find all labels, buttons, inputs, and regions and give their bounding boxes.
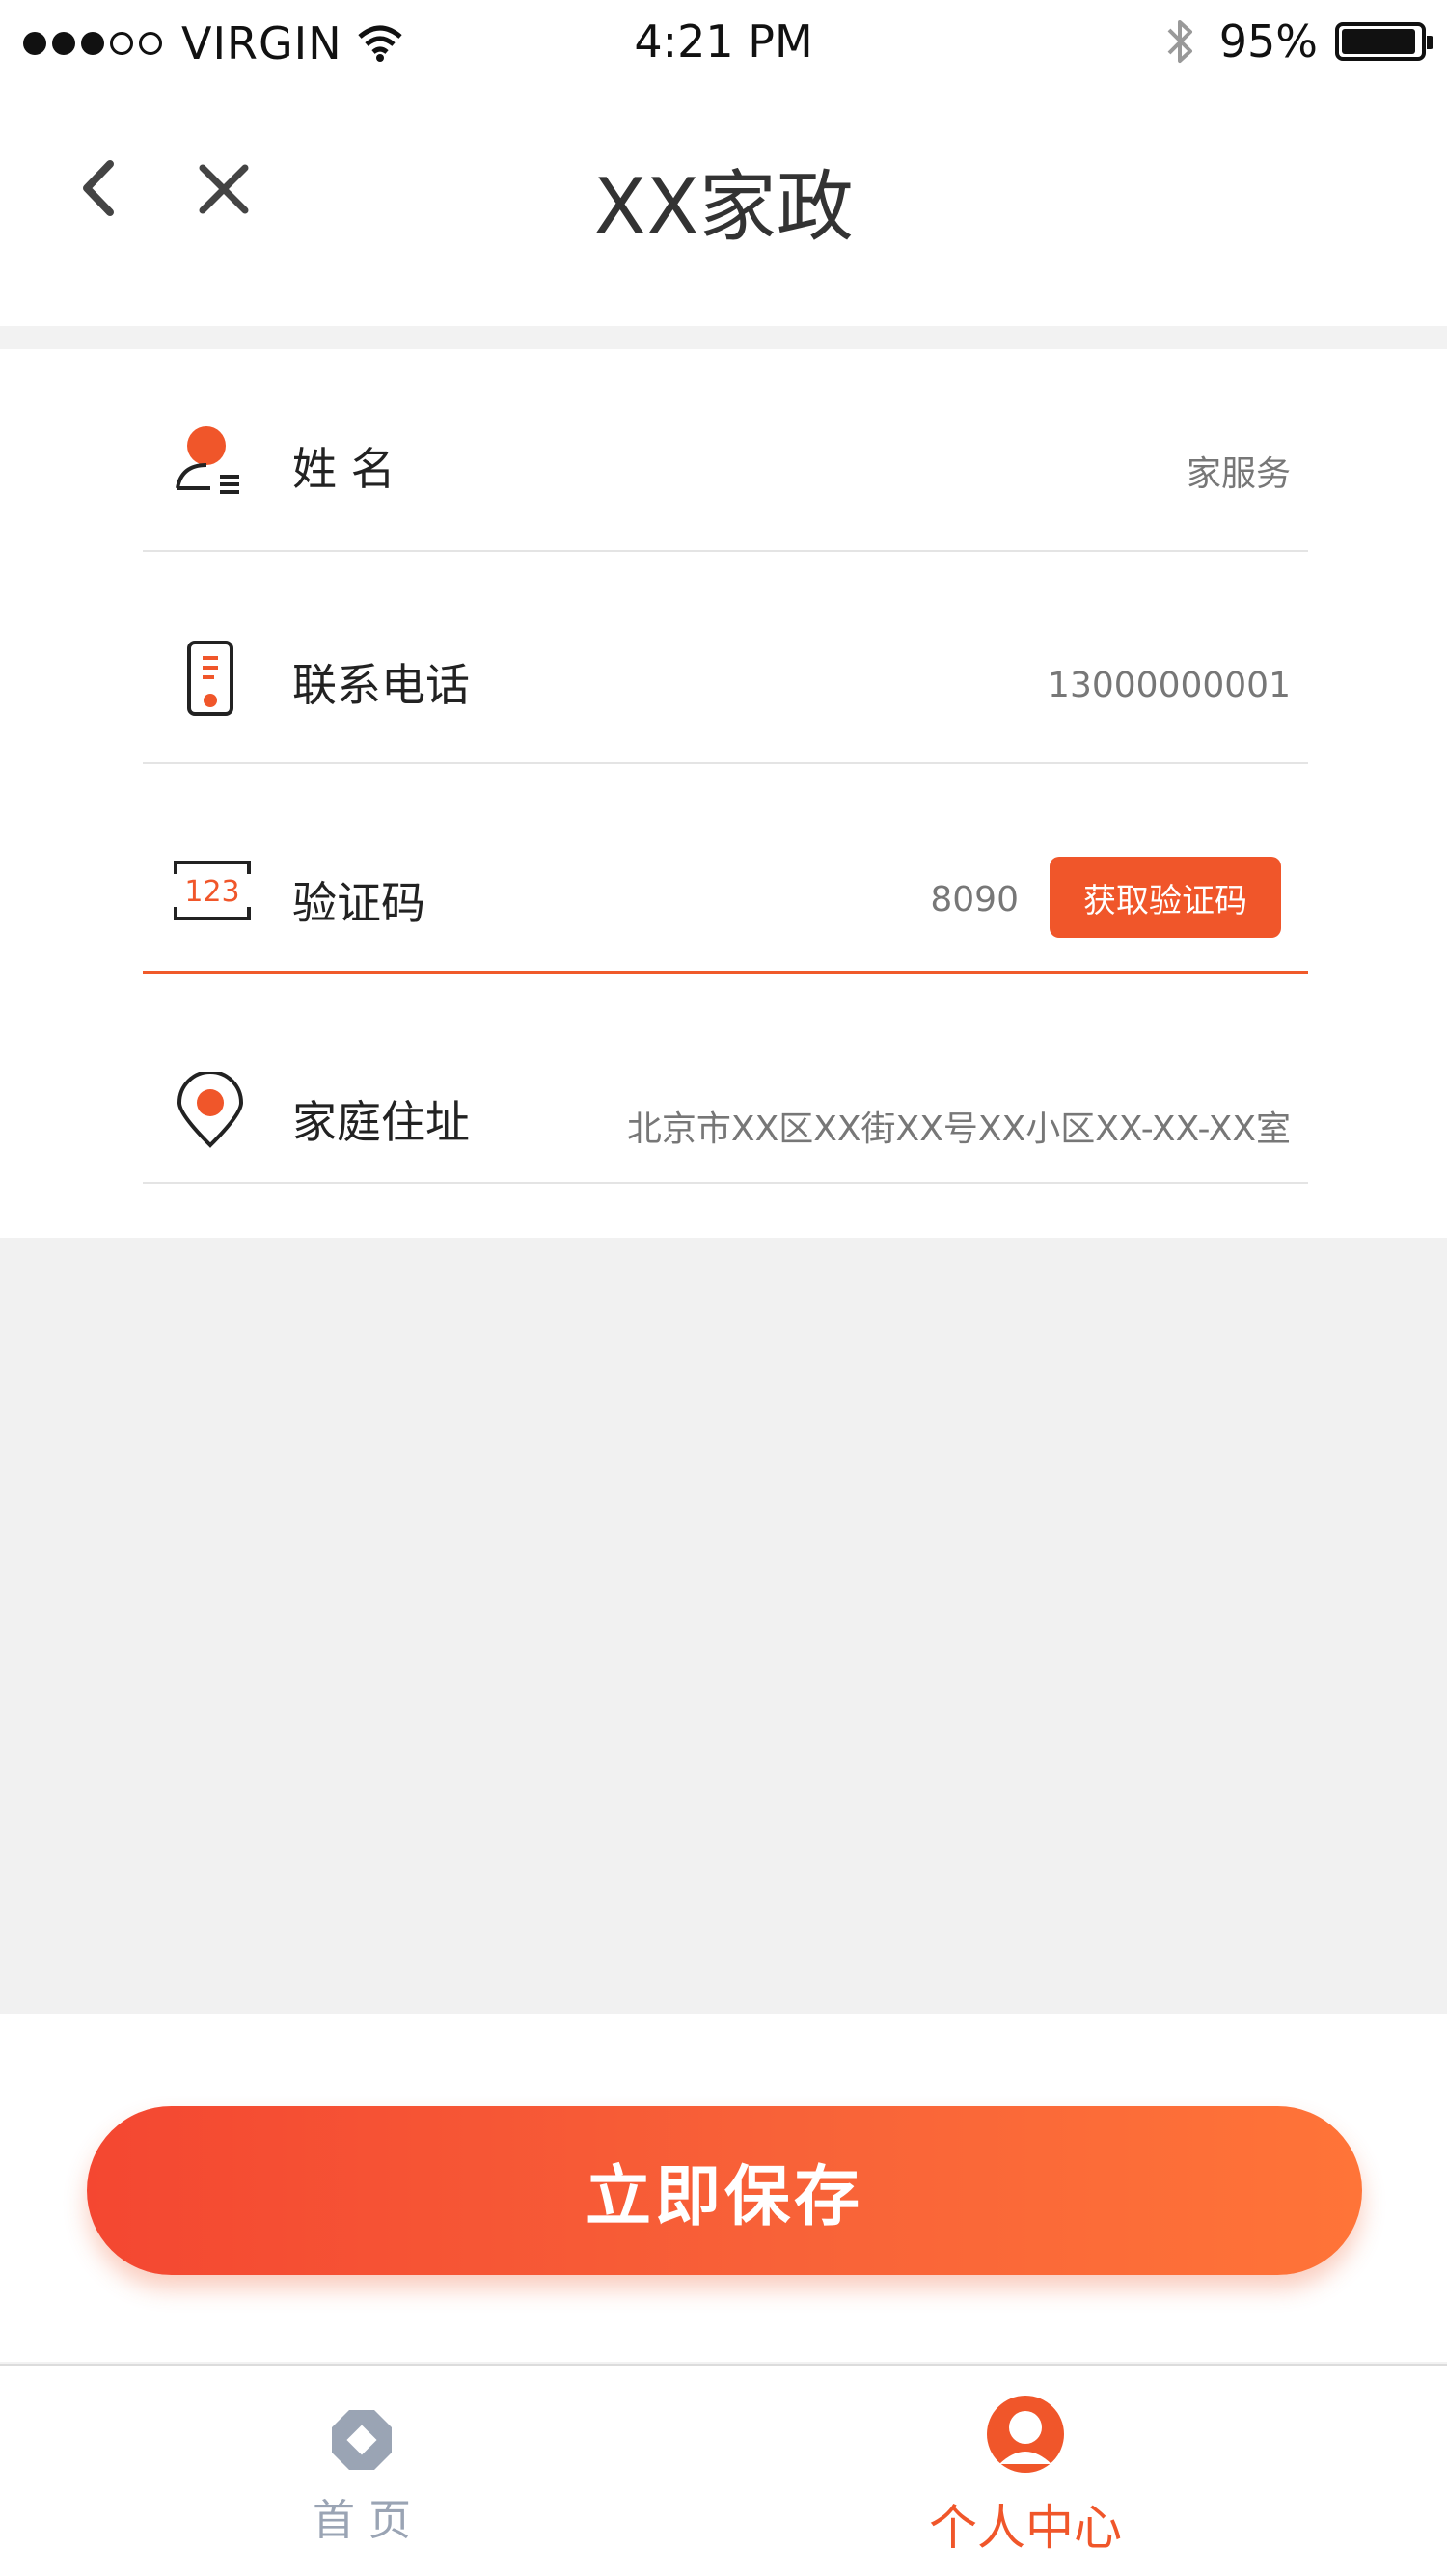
name-value[interactable]: 家服务 [1187,446,1291,496]
phone-icon [187,641,233,716]
code-label: 验证码 [292,877,425,929]
nav-bar: XX家政 [0,87,1447,328]
address-label: 家庭住址 [292,1096,470,1148]
code-icon: 123 [174,861,251,920]
user-card-icon [176,426,239,494]
tab-home-label: 首 页 [313,2496,411,2545]
section-divider [0,326,1447,349]
tab-home[interactable]: 首 页 [0,2366,724,2576]
code-row[interactable]: 123 验证码 8090 获取验证码 [143,820,1308,974]
code-icon-text: 123 [184,875,239,909]
phone-label: 联系电话 [292,659,470,711]
row-divider [143,1182,1308,1184]
address-row[interactable]: 家庭住址 北京市XX区XX街XX号XX小区XX-XX-XX室 [143,1028,1308,1184]
save-button[interactable]: 立即保存 [87,2106,1362,2275]
row-divider [143,762,1308,764]
home-octagon-icon [332,2410,392,2470]
row-divider-active [143,971,1308,974]
status-bar: VIRGIN 4:21 PM 95% [0,0,1447,87]
phone-value[interactable]: 13000000001 [1048,666,1291,705]
tab-profile[interactable]: 个人中心 [664,2366,1387,2576]
code-value[interactable]: 8090 [930,880,1019,919]
name-label: 姓 名 [292,443,396,495]
status-right: 95% [1165,15,1433,68]
tab-bar: 首 页 个人中心 [0,2364,1447,2576]
address-value[interactable]: 北京市XX区XX街XX号XX小区XX-XX-XX室 [627,1101,1291,1151]
name-row[interactable]: 姓 名 家服务 [143,397,1308,552]
battery-percent: 95% [1218,15,1318,68]
phone-row[interactable]: 联系电话 13000000001 [143,610,1308,764]
battery-icon [1335,22,1433,61]
battery-cap [1427,36,1433,49]
empty-content-area [0,1238,1447,2014]
location-pin-icon [177,1072,244,1148]
tab-profile-label: 个人中心 [929,2500,1122,2556]
row-divider [143,550,1308,552]
user-avatar-icon [987,2396,1064,2473]
bluetooth-icon [1167,20,1192,63]
battery-level [1342,29,1415,54]
page-title: XX家政 [593,162,854,252]
get-code-button[interactable]: 获取验证码 [1050,857,1281,938]
